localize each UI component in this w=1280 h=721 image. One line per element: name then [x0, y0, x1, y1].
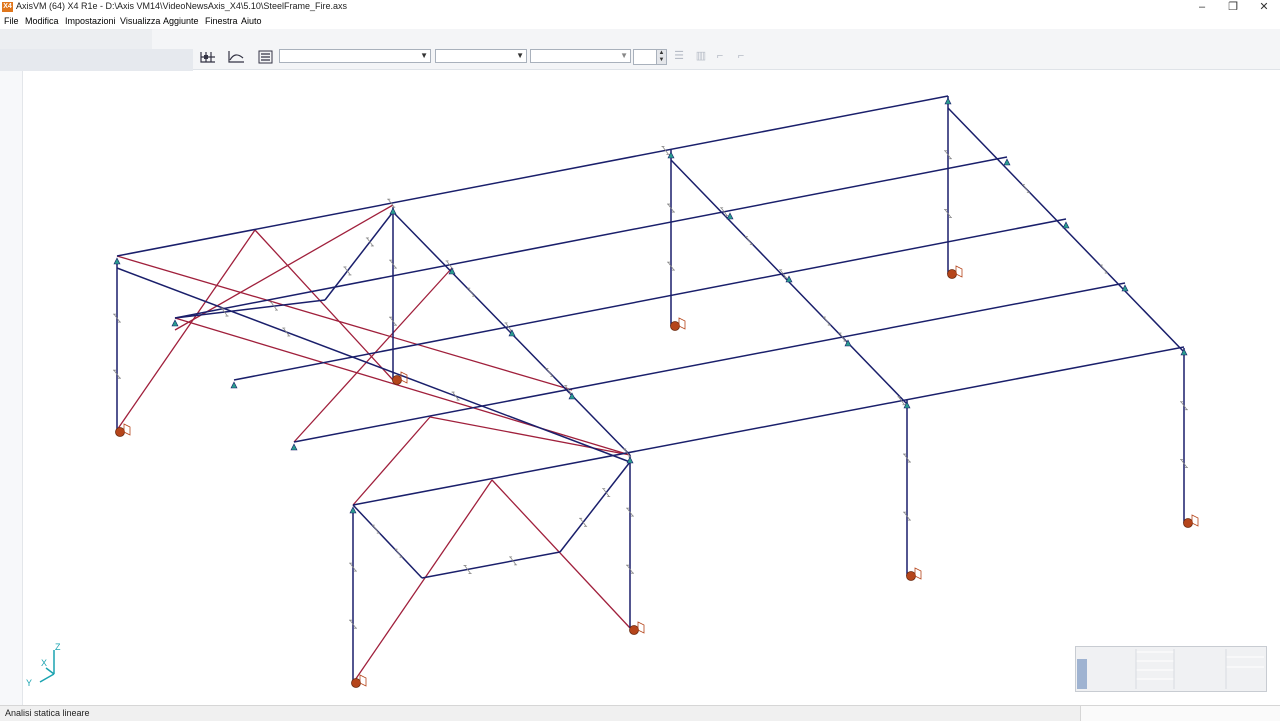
menu-bar: File Modifica Impostazioni Visualizza Ag… [0, 15, 1280, 29]
view-info-panel [1075, 646, 1267, 692]
node-support-icon [626, 456, 634, 464]
chevron-down-icon: ▼ [516, 51, 524, 60]
steel-member [116, 95, 949, 257]
bracing-member [352, 479, 493, 684]
bracing-member [116, 255, 573, 391]
steel-member [559, 461, 631, 553]
load-case-select[interactable]: ▼ [279, 49, 431, 63]
bracing-member [491, 479, 631, 629]
support-plate-icon [123, 423, 131, 436]
support-plate-icon [678, 317, 686, 330]
title-bar: X4 AxisVM (64) X4 R1e - D:\Axis VM14\Vid… [0, 0, 1280, 15]
axis-z-label: Z [55, 642, 61, 652]
node-grid-icon[interactable] [198, 48, 218, 66]
node-support-icon [1003, 158, 1011, 166]
node-support-icon [171, 319, 179, 327]
align-icon: ☰ [674, 50, 684, 62]
steel-member [352, 504, 423, 579]
spin-up-icon[interactable]: ▲ [656, 50, 666, 57]
component-select[interactable]: ▼ [435, 49, 527, 63]
steel-member [421, 551, 561, 579]
fixed-support-icon [392, 375, 402, 385]
chevron-down-icon: ▼ [420, 51, 428, 60]
steel-frame-drawing[interactable] [23, 72, 1280, 705]
node-support-icon [389, 207, 397, 215]
fixed-support-icon [906, 571, 916, 581]
toolbar-left-panel-bottom [0, 49, 193, 71]
restore-button[interactable]: ❐ [1218, 0, 1248, 15]
fixed-support-icon [629, 625, 639, 635]
support-plate-icon [1191, 514, 1199, 527]
support-plate-icon [914, 567, 922, 580]
minimize-button[interactable]: – [1187, 0, 1217, 15]
node-support-icon [1062, 221, 1070, 229]
columns-icon: ▥ [695, 50, 707, 62]
status-text: Analisi statica lineare [5, 708, 90, 718]
section-marker [282, 327, 291, 337]
list-settings-icon[interactable] [256, 48, 276, 66]
menu-visualizza[interactable]: Visualizza [120, 16, 160, 26]
fixed-support-icon [670, 321, 680, 331]
steel-member [947, 107, 1185, 353]
app-logo-icon: X4 [2, 2, 13, 12]
left-toolbar-strip [0, 71, 23, 705]
support-plate-icon [359, 674, 367, 687]
axis-triad: Z X Y [26, 640, 66, 690]
step-back-icon: ⌐ [716, 50, 724, 62]
support-plate-icon [955, 265, 963, 278]
support-plate-icon [637, 621, 645, 634]
steel-member [174, 156, 1008, 319]
fixed-support-icon [947, 269, 957, 279]
fixed-support-icon [115, 427, 125, 437]
time-spinner[interactable]: ▲ ▼ [633, 49, 667, 65]
window-title: AxisVM (64) X4 R1e - D:\Axis VM14\VideoN… [16, 1, 347, 11]
menu-aggiunte[interactable]: Aggiunte [163, 16, 199, 26]
model-viewport[interactable] [23, 72, 1280, 705]
steel-member [233, 218, 1067, 381]
menu-impostazioni[interactable]: Impostazioni [65, 16, 116, 26]
status-bar: Analisi statica lineare [0, 705, 1280, 721]
menu-modifica[interactable]: Modifica [25, 16, 59, 26]
bracing-member [429, 416, 631, 456]
steel-member [174, 299, 326, 319]
close-button[interactable]: ✕ [1249, 0, 1279, 15]
fixed-support-icon [351, 678, 361, 688]
diagram-curve-icon[interactable] [226, 48, 246, 66]
section-marker [451, 391, 460, 401]
axis-x-label: X [41, 658, 48, 668]
steel-member [116, 267, 631, 463]
node-support-icon [230, 381, 238, 389]
node-support-icon [113, 257, 121, 265]
steel-member [293, 282, 1126, 443]
menu-finestra[interactable]: Finestra [205, 16, 238, 26]
status-bar-right [1080, 706, 1280, 721]
bracing-member [116, 229, 256, 431]
fixed-support-icon [1183, 518, 1193, 528]
menu-aiuto[interactable]: Aiuto [241, 16, 262, 26]
axis-y-label: Y [26, 678, 33, 688]
toolbar-left-panel-top [0, 29, 152, 49]
node-support-icon [667, 151, 675, 159]
node-support-icon [290, 443, 298, 451]
step-forward-icon: ⌐ [737, 50, 745, 62]
bracing-member [254, 229, 394, 381]
chevron-down-icon: ▼ [620, 51, 628, 60]
spin-down-icon[interactable]: ▼ [656, 57, 666, 64]
node-support-icon [944, 97, 952, 105]
menu-file[interactable]: File [4, 16, 19, 26]
result-select[interactable]: ▼ [530, 49, 631, 63]
